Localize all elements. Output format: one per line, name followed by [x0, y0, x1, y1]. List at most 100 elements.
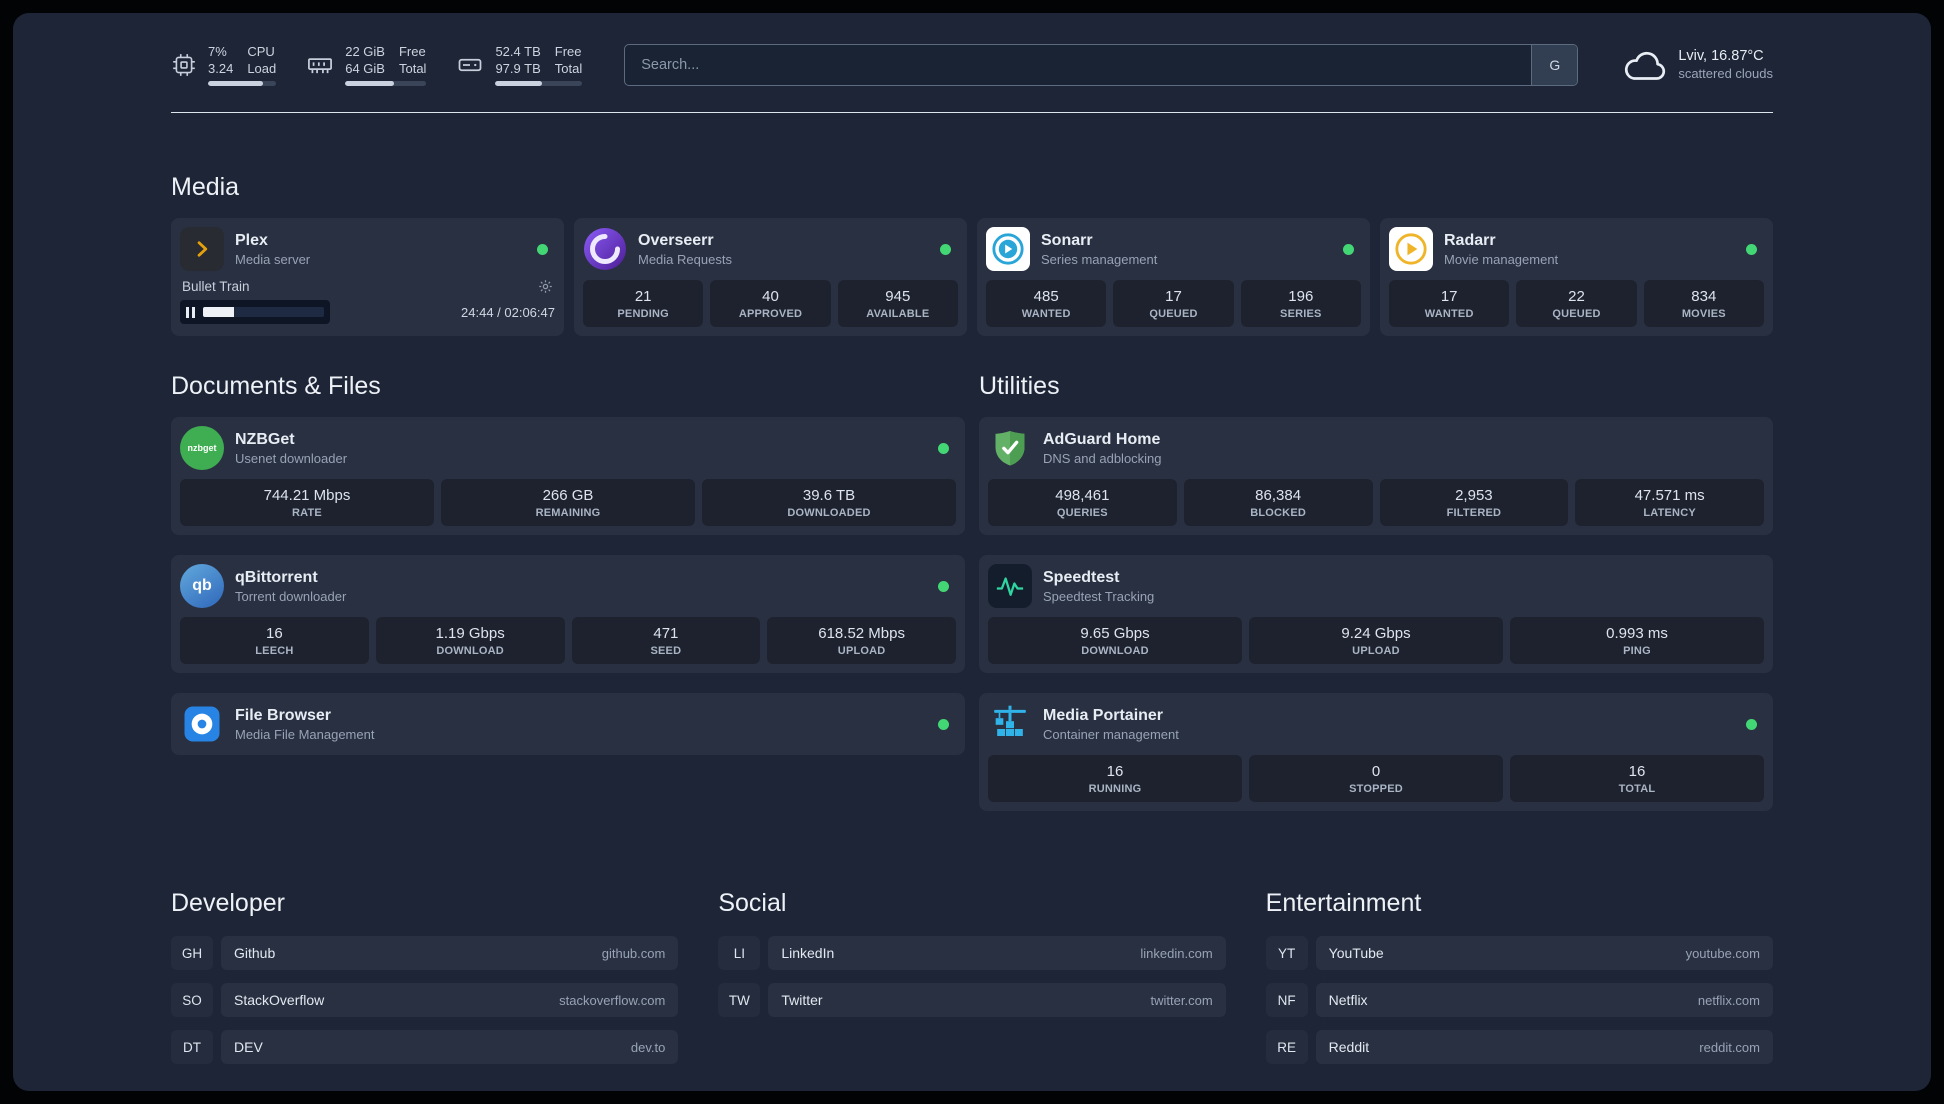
stat-tile: 1.19 Gbps DOWNLOAD — [375, 617, 565, 665]
bookmark-abbr: YT — [1266, 936, 1308, 970]
overseerr-service-link[interactable]: Overseerr Media Requests — [583, 227, 958, 271]
bookmark-group-social: Social LI LinkedIn linkedin.com TW Twitte… — [718, 889, 1226, 1077]
portainer-service-link[interactable]: Media Portainer Container management — [988, 702, 1764, 746]
sonarr-service-link[interactable]: Sonarr Series management — [986, 227, 1361, 272]
dashboard-panel: 7% 3.24 CPU Load 22 GiB 64 GiB Free Tota… — [13, 13, 1931, 1091]
bookmark-stackoverflow[interactable]: SO StackOverflow stackoverflow.com — [171, 983, 679, 1018]
memory-progress-fill — [345, 81, 394, 87]
adguard-icon — [988, 426, 1032, 470]
filebrowser-icon — [180, 702, 224, 746]
stat-tile: 945 AVAILABLE — [837, 280, 958, 328]
service-subtitle: Media server — [235, 252, 311, 268]
section-title-social: Social — [718, 889, 787, 918]
stats-row: 16 RUNNING 0 STOPPED 16 TOTAL — [988, 755, 1764, 803]
search-input[interactable] — [625, 44, 1532, 85]
stat-tile: 0 STOPPED — [1249, 755, 1503, 803]
service-name: AdGuard Home — [1043, 431, 1161, 449]
bookmark-url: youtube.com — [1685, 945, 1760, 961]
service-name: Speedtest — [1043, 569, 1120, 587]
stat-tile: 471 SEED — [571, 617, 761, 665]
filebrowser-service-link[interactable]: File Browser Media File Management — [180, 702, 956, 746]
gear-icon[interactable] — [538, 279, 553, 294]
disk-widget: 52.4 TB 97.9 TB Free Total — [456, 43, 583, 87]
speedtest-service-link[interactable]: Speedtest Speedtest Tracking — [988, 564, 1764, 609]
pause-icon — [186, 306, 195, 318]
service-subtitle: Series management — [1041, 252, 1158, 268]
memory-progress-bar — [345, 81, 427, 87]
status-dot — [938, 718, 949, 730]
pause-button[interactable] — [186, 306, 195, 318]
plex-service-link[interactable]: Plex Media server — [180, 227, 555, 272]
cpu-stats: 7% 3.24 CPU Load — [208, 43, 277, 87]
stat-tile: 196 SERIES — [1240, 280, 1361, 328]
disk-progress-fill — [495, 81, 543, 87]
section-title-developer: Developer — [171, 889, 285, 918]
bookmark-abbr: RE — [1266, 1030, 1308, 1064]
stats-row: 16 LEECH 1.19 Gbps DOWNLOAD 471 SEED 618… — [180, 617, 956, 665]
stat-tile: 16 LEECH — [180, 617, 369, 665]
overseerr-icon — [583, 227, 627, 271]
stat-tile: 40 APPROVED — [710, 280, 831, 328]
stat-tile: 39.6 TB DOWNLOADED — [702, 479, 956, 527]
disk-stats: 52.4 TB 97.9 TB Free Total — [495, 43, 583, 87]
stat-tile: 16 RUNNING — [988, 755, 1242, 803]
service-subtitle: Media File Management — [235, 727, 375, 743]
stat-tile: 16 TOTAL — [1510, 755, 1764, 803]
bookmark-url: dev.to — [630, 1039, 666, 1055]
screen: 7% 3.24 CPU Load 22 GiB 64 GiB Free Tota… — [0, 0, 1944, 1104]
search-provider-button[interactable]: G — [1531, 44, 1578, 85]
disk-total: 97.9 TB — [495, 61, 541, 77]
bookmark-netflix[interactable]: NF Netflix netflix.com — [1266, 983, 1773, 1018]
stat-tile: 9.24 Gbps UPLOAD — [1249, 617, 1503, 665]
memory-free: 22 GiB — [345, 44, 385, 59]
section-title-media: Media — [171, 173, 240, 202]
bookmark-url: twitter.com — [1150, 992, 1213, 1008]
service-subtitle: Speedtest Tracking — [1043, 589, 1155, 605]
memory-widget: 22 GiB 64 GiB Free Total — [306, 43, 427, 87]
bookmarks-section: Developer GH Github github.com SO StackOv… — [171, 889, 1773, 1077]
status-dot — [938, 580, 949, 592]
bookmark-twitter[interactable]: TW Twitter twitter.com — [718, 983, 1226, 1018]
cpu-load-label: Load — [247, 61, 277, 77]
cpu-progress-bar — [208, 81, 277, 87]
service-name: Overseerr — [638, 232, 714, 250]
bookmark-name: Reddit — [1328, 1039, 1370, 1056]
service-name: NZBGet — [235, 431, 295, 449]
stats-row: 17 WANTED 22 QUEUED 834 MOVIES — [1389, 280, 1764, 328]
adguard-service-link[interactable]: AdGuard Home DNS and adblocking — [988, 426, 1764, 470]
memory-total-label: Total — [398, 61, 427, 77]
status-dot — [1746, 243, 1757, 255]
qbittorrent-service-link[interactable]: qb qBittorrent Torrent downloader — [180, 564, 956, 609]
disk-free-label: Free — [554, 44, 582, 59]
service-card-overseerr: Overseerr Media Requests 21 PENDING 40 A… — [574, 218, 967, 337]
service-text: qBittorrent Torrent downloader — [235, 568, 346, 604]
bookmark-url: linkedin.com — [1140, 945, 1213, 961]
bookmark-github[interactable]: GH Github github.com — [171, 936, 679, 971]
bookmark-url: reddit.com — [1699, 1039, 1760, 1055]
service-name: qBittorrent — [235, 569, 318, 587]
bookmark-name: DEV — [234, 1039, 263, 1056]
service-name: File Browser — [235, 707, 332, 725]
bookmark-list: YT YouTube youtube.com NF Netflix netflix.… — [1266, 936, 1773, 1065]
memory-stats: 22 GiB 64 GiB Free Total — [345, 43, 427, 87]
stats-row: 21 PENDING 40 APPROVED 945 AVAILABLE — [583, 280, 958, 328]
bookmark-reddit[interactable]: RE Reddit reddit.com — [1266, 1030, 1773, 1065]
cpu-widget: 7% 3.24 CPU Load — [171, 43, 277, 87]
radarr-service-link[interactable]: Radarr Movie management — [1389, 227, 1764, 272]
bookmark-youtube[interactable]: YT YouTube youtube.com — [1266, 936, 1773, 971]
bookmark-url: stackoverflow.com — [559, 992, 666, 1008]
service-card-nzbget: nzbget NZBGet Usenet downloader 744.21 M… — [171, 417, 965, 536]
nzbget-service-link[interactable]: nzbget NZBGet Usenet downloader — [180, 426, 956, 471]
bookmark-dev[interactable]: DT DEV dev.to — [171, 1030, 679, 1065]
service-card-portainer: Media Portainer Container management 16 … — [979, 693, 1773, 812]
bookmark-name: StackOverflow — [234, 992, 325, 1009]
media-card-grid: Plex Media server Bullet Train 24:44 / 0… — [171, 218, 1773, 337]
service-subtitle: Movie management — [1444, 252, 1559, 268]
section-title-documents: Documents & Files — [171, 372, 381, 401]
bookmark-linkedin[interactable]: LI LinkedIn linkedin.com — [718, 936, 1226, 971]
cpu-label: CPU — [247, 44, 275, 59]
service-text: Media Portainer Container management — [1043, 706, 1179, 742]
seek-bar[interactable] — [203, 307, 324, 318]
bookmark-abbr: TW — [718, 983, 760, 1017]
stats-row: 498,461 QUERIES 86,384 BLOCKED 2,953 FIL… — [988, 479, 1764, 527]
